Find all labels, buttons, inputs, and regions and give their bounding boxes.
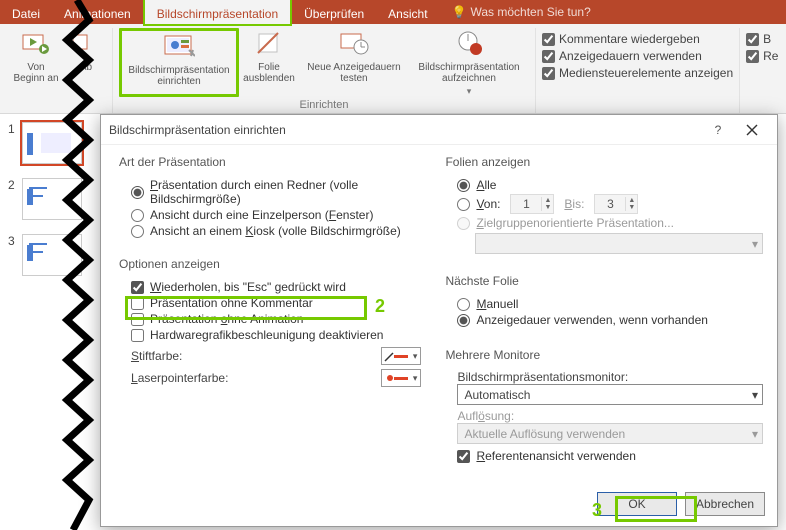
rehearse-timings-label: Neue Anzeigedauerntesten [307,62,400,84]
from-slide-spin[interactable]: ▲▼ [510,194,554,214]
chevron-down-icon: ▾ [467,86,472,97]
from-current-label: Ab [80,62,92,73]
section-options: Optionen anzeigen [119,255,421,273]
radio-use-timings[interactable]: Anzeigedauer verwenden, wenn vorhanden [457,312,763,328]
chk-use-timings[interactable]: Anzeigedauern verwenden [542,49,733,63]
dialog-help-button[interactable]: ? [701,117,735,143]
setup-slideshow-dialog: Bildschirmpräsentation einrichten ? Art … [100,114,778,527]
to-label: Bis: [564,197,584,211]
pen-color-picker[interactable]: ▾ [381,347,421,365]
chevron-down-icon: ▾ [413,373,418,384]
tell-me-label: Was möchten Sie tun? [470,5,590,19]
section-show-slides: Folien anzeigen [445,153,763,171]
setup-slideshow-label: Bildschirmpräsentationeinrichten [128,65,229,87]
dialog-title: Bildschirmpräsentation einrichten [109,123,701,137]
hide-slide-button[interactable]: Folieausblenden [239,28,299,97]
from-beginning-label: VonBeginn an [13,62,58,84]
chk-presenter-view[interactable]: Referentenansicht verwenden [457,448,763,464]
record-slideshow-button[interactable]: Bildschirmpräsentationaufzeichnen ▾ [409,28,529,97]
radio-browsed-individual[interactable]: Ansicht durch eine Einzelperson (Fenster… [131,207,421,223]
chk-disable-hw-accel[interactable]: Hardwaregrafikbeschleunigung deaktiviere… [131,327,421,343]
record-slideshow-icon [453,28,485,60]
play-from-current-icon [70,28,102,60]
custom-show-select: ▾ [475,233,763,254]
chevron-down-icon: ▾ [413,351,418,362]
chk-partial-re[interactable]: Re [746,49,778,63]
rehearse-timings-icon [338,28,370,60]
setup-slideshow-button[interactable]: Bildschirmpräsentationeinrichten [119,28,239,97]
chk-partial-b[interactable]: B [746,32,778,46]
pen-color-label: Stiftfarbe: [131,349,182,363]
tab-ansicht[interactable]: Ansicht [376,0,439,24]
rehearse-timings-button[interactable]: Neue Anzeigedauerntesten [299,28,409,97]
monitor-label: Bildschirmpräsentationsmonitor: [457,370,763,384]
chevron-down-icon: ▾ [752,388,758,402]
tab-bildschirmpraesentation[interactable]: Bildschirmpräsentation [143,0,292,26]
radio-from-to[interactable]: Von: [457,197,500,211]
thumb-number: 1 [8,122,15,136]
thumb-slide[interactable]: 2 [8,178,88,220]
section-monitors: Mehrere Monitore [445,346,763,364]
callout-2: 2 [375,296,385,317]
radio-speaker-full[interactable]: Präsentation durch einen Redner (volle B… [131,177,421,207]
chk-loop-until-esc[interactable]: Wiederholen, bis "Esc" gedrückt wird [131,279,421,295]
from-current-partial-button[interactable]: Ab [66,28,106,84]
tell-me[interactable]: 💡 Was möchten Sie tun? [452,0,591,24]
record-slideshow-label: Bildschirmpräsentationaufzeichnen [418,62,519,84]
tab-ueberpruefen[interactable]: Überprüfen [292,0,376,24]
hide-slide-label: Folieausblenden [243,62,295,84]
section-showtype: Art der Präsentation [119,153,421,171]
highlight-loop-checkbox [125,296,367,320]
slide-thumbnails-pane: 1 2 3 [0,114,96,530]
laser-color-picker[interactable]: ▾ [381,369,421,387]
dialog-titlebar: Bildschirmpräsentation einrichten ? [101,115,777,145]
radio-all-slides[interactable]: Alle [457,177,763,193]
chevron-down-icon: ▾ [752,237,758,251]
chk-play-narrations[interactable]: Kommentare wiedergeben [542,32,733,46]
pen-icon [384,350,396,362]
ribbon: VonBeginn an Ab . Bildschirmpräsentation… [0,24,786,114]
section-advance: Nächste Folie [445,272,763,290]
laser-color-label: Laserpointerfarbe: [131,371,228,385]
radio-custom-show: Zielgruppenorientierte Präsentation... [457,215,763,231]
tab-animationen[interactable]: Animationen [52,0,143,24]
dialog-right-column: Folien anzeigen Alle Von: ▲▼ Bis: ▲▼ Zie… [445,153,763,464]
setup-slideshow-icon [163,31,195,63]
radio-manual-advance[interactable]: Manuell [457,296,763,312]
from-beginning-button[interactable]: VonBeginn an [6,28,66,84]
to-slide-spin[interactable]: ▲▼ [594,194,638,214]
dialog-close-button[interactable] [735,117,769,143]
tab-datei[interactable]: Datei [0,0,52,24]
playback-options-group: Kommentare wiedergeben Anzeigedauern ver… [542,28,733,80]
chk-show-media-controls[interactable]: Mediensteuerelemente anzeigen [542,66,733,80]
chevron-down-icon: ▾ [752,427,758,441]
cancel-button[interactable]: Abbrechen [685,492,765,516]
resolution-label: Auflösung: [457,409,763,423]
highlight-ok-button [615,496,697,522]
radio-kiosk[interactable]: Ansicht an einem Kiosk (volle Bildschirm… [131,223,421,239]
thumb-slide[interactable]: 1 [8,122,88,164]
lightbulb-icon: 💡 [452,5,467,19]
monitor-select[interactable]: Automatisch▾ [457,384,763,405]
play-from-start-icon [20,28,52,60]
thumb-slide[interactable]: 3 [8,234,88,276]
resolution-select: Aktuelle Auflösung verwenden▾ [457,423,763,444]
hide-slide-icon [253,28,285,60]
callout-3: 3 [592,500,602,521]
thumb-number: 2 [8,178,15,192]
close-icon [746,124,758,136]
ribbon-tabs: Datei Animationen Bildschirmpräsentation… [0,0,786,24]
extra-options-partial: B Re [746,28,778,63]
thumb-number: 3 [8,234,15,248]
laser-icon [384,372,396,384]
group-label-setup: Einrichten [300,99,349,113]
